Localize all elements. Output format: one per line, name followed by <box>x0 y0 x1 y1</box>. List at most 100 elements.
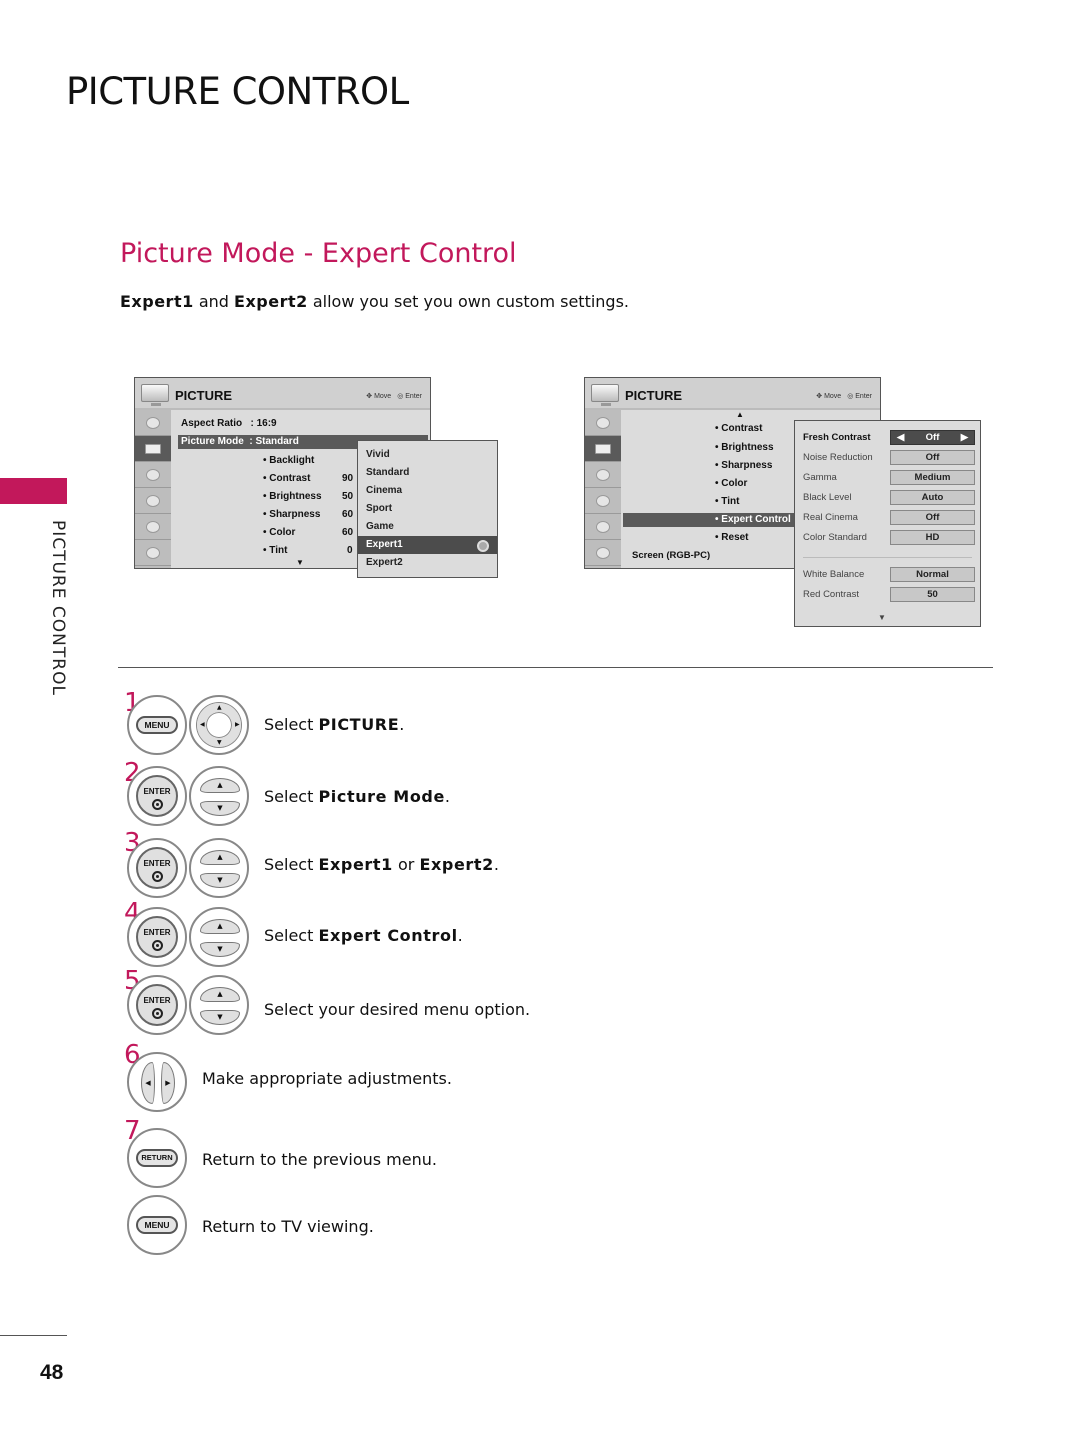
popup-option[interactable]: Game <box>358 518 497 536</box>
expert-value[interactable]: Auto <box>890 490 975 505</box>
page-number: 48 <box>40 1361 64 1384</box>
category-setup-icon[interactable] <box>585 410 621 436</box>
tv-icon <box>591 384 619 406</box>
osd-item[interactable]: • Tint <box>263 545 287 556</box>
step-mid: or <box>392 855 420 874</box>
nav-up-down-button[interactable]: ▲ ▼ <box>189 766 249 826</box>
popup-option[interactable]: Sport <box>358 500 497 518</box>
nav-up-down-button[interactable]: ▲ ▼ <box>189 838 249 898</box>
hint-enter: Enter <box>405 393 422 400</box>
expert-divider <box>803 557 972 558</box>
nav-up-down-button[interactable]: ▲ ▼ <box>189 975 249 1035</box>
expert-label: Gamma <box>803 472 837 483</box>
enter-button-face: ENTER <box>136 984 178 1026</box>
step-text: Select your desired menu option. <box>264 1000 531 1019</box>
osd-item[interactable]: • Brightness <box>263 491 322 502</box>
enter-dot-icon <box>151 871 163 882</box>
aspect-ratio-row[interactable]: Aspect Ratio : 16:9 <box>181 418 277 429</box>
hint-move: Move <box>374 393 392 400</box>
step-post: . <box>493 855 499 874</box>
category-picture-icon[interactable] <box>585 436 621 462</box>
category-lock-icon[interactable] <box>585 540 621 566</box>
step-bold: PICTURE <box>318 715 400 734</box>
enter-button[interactable]: ENTER <box>127 975 187 1035</box>
step-pre: Select <box>264 855 319 874</box>
nav-left-right-button[interactable]: ◀ ▶ <box>127 1052 187 1112</box>
category-option-icon[interactable] <box>135 514 171 540</box>
category-audio-icon[interactable] <box>135 462 171 488</box>
hint-move: Move <box>824 393 842 400</box>
step-post: . <box>457 926 463 945</box>
side-tab-marker <box>0 478 67 504</box>
osd-item[interactable]: • Reset <box>715 532 749 543</box>
menu-button[interactable]: MENU <box>127 1195 187 1255</box>
popup-option-selected[interactable]: Expert1 <box>358 536 497 554</box>
arrow-down-icon: ▼ <box>200 942 240 957</box>
return-button[interactable]: RETURN <box>127 1128 187 1188</box>
scroll-down-icon[interactable]: ▼ <box>878 613 886 622</box>
osd-item[interactable]: • Color <box>715 478 747 489</box>
arrow-up-icon: ▲ <box>217 704 222 711</box>
enter-label: ENTER <box>143 859 171 868</box>
osd-item[interactable]: • Sharpness <box>715 460 772 471</box>
expert-value[interactable]: HD <box>890 530 975 545</box>
osd-item[interactable]: • Tint <box>715 496 739 507</box>
move-icon: ✥ <box>816 393 825 400</box>
category-picture-icon[interactable] <box>135 436 171 462</box>
enter-button[interactable]: ENTER <box>127 766 187 826</box>
step-text: Select Expert Control. <box>264 926 463 945</box>
menu-button[interactable]: MENU <box>127 695 187 755</box>
step-text: Select Expert1 or Expert2. <box>264 855 499 874</box>
arrow-up-icon: ▲ <box>200 919 240 934</box>
osd-item[interactable]: • Contrast <box>263 473 310 484</box>
arrow-down-icon: ▼ <box>200 1010 240 1025</box>
scroll-down-icon[interactable]: ▼ <box>296 558 304 567</box>
arrow-right-icon[interactable]: ▶ <box>961 431 968 444</box>
osd-item[interactable]: • Sharpness <box>263 509 320 520</box>
popup-option[interactable]: Vivid <box>358 446 497 464</box>
popup-option[interactable]: Expert2 <box>358 554 497 572</box>
osd-item[interactable]: • Contrast <box>715 423 762 434</box>
screen-rgb-pc-item[interactable]: Screen (RGB-PC) <box>632 550 710 561</box>
enter-button-face: ENTER <box>136 916 178 958</box>
step-text: Select Picture Mode. <box>264 787 450 806</box>
enter-button[interactable]: ENTER <box>127 838 187 898</box>
osd-header: PICTURE ✥ Move ◎ Enter <box>135 378 430 410</box>
category-time-icon[interactable] <box>585 488 621 514</box>
osd-item-value: 0 <box>347 545 353 556</box>
page-title: PICTURE CONTROL <box>66 70 409 113</box>
osd-category-sidebar <box>135 410 171 568</box>
enter-button[interactable]: ENTER <box>127 907 187 967</box>
expert-value[interactable]: Normal <box>890 567 975 582</box>
expert-label: Color Standard <box>803 532 867 543</box>
osd-item[interactable]: • Brightness <box>715 442 774 453</box>
category-option-icon[interactable] <box>585 514 621 540</box>
nav-up-down-button[interactable]: ▲ ▼ <box>189 907 249 967</box>
osd-item-value: 60 <box>342 527 354 538</box>
expert-value-selector[interactable]: ◀ Off ▶ <box>890 430 975 445</box>
step-bold: Expert1 <box>318 855 393 874</box>
arrow-left-icon[interactable]: ◀ <box>897 431 904 444</box>
step-post: . <box>399 715 405 734</box>
expert-value[interactable]: 50 <box>890 587 975 602</box>
enter-label: ENTER <box>143 928 171 937</box>
footer-divider <box>0 1335 67 1336</box>
category-audio-icon[interactable] <box>585 462 621 488</box>
popup-option[interactable]: Standard <box>358 464 497 482</box>
category-time-icon[interactable] <box>135 488 171 514</box>
category-lock-icon[interactable] <box>135 540 171 566</box>
nav-4way-button[interactable]: ▲ ▼ ◀ ▶ <box>189 695 249 755</box>
intro-text: Expert1 and Expert2 allow you set you ow… <box>120 292 629 311</box>
expert-value[interactable]: Off <box>890 450 975 465</box>
enter-dot-icon <box>151 1008 163 1019</box>
category-setup-icon[interactable] <box>135 410 171 436</box>
return-button-label: RETURN <box>136 1149 178 1167</box>
enter-label: ENTER <box>143 787 171 796</box>
osd-item[interactable]: • Color <box>263 527 295 538</box>
arrow-down-icon: ▼ <box>200 873 240 888</box>
scroll-up-icon[interactable]: ▲ <box>736 410 744 419</box>
popup-option[interactable]: Cinema <box>358 482 497 500</box>
expert-value[interactable]: Off <box>890 510 975 525</box>
osd-item[interactable]: • Backlight <box>263 455 314 466</box>
expert-value[interactable]: Medium <box>890 470 975 485</box>
